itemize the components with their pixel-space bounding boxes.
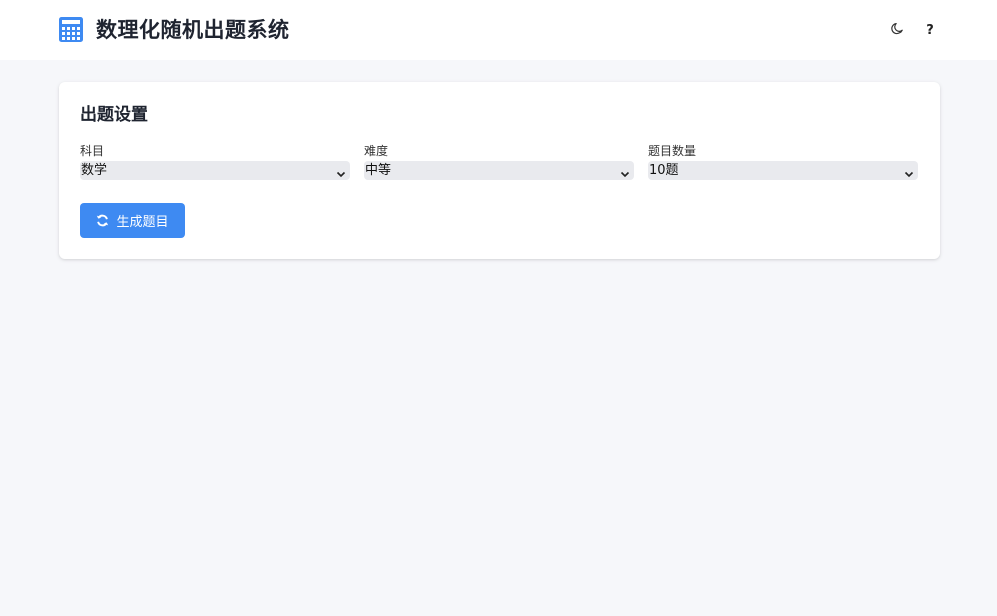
difficulty-value: 中等 xyxy=(365,163,392,178)
subject-select[interactable]: 数学 xyxy=(80,161,350,180)
theme-toggle-button[interactable] xyxy=(888,21,906,39)
count-label: 题目数量 xyxy=(648,144,697,158)
count-value: 10题 xyxy=(649,163,679,178)
chevron-down-icon xyxy=(904,166,914,178)
count-select[interactable]: 10题 xyxy=(648,161,918,180)
subject-field: 科目 数学 xyxy=(80,143,350,180)
chevron-down-icon xyxy=(336,166,346,178)
subject-value: 数学 xyxy=(81,163,108,178)
refresh-icon xyxy=(96,214,109,227)
moon-icon xyxy=(890,21,904,40)
settings-card: 出题设置 科目 数学 难度 中等 题目数量 10题 生成题目 xyxy=(59,82,940,259)
app-header: 数理化随机出题系统 ? xyxy=(0,0,997,60)
difficulty-select[interactable]: 中等 xyxy=(364,161,634,180)
difficulty-field: 难度 中等 xyxy=(364,143,634,180)
app-title: 数理化随机出题系统 xyxy=(96,18,290,42)
help-button[interactable]: ? xyxy=(921,21,939,39)
generate-label: 生成题目 xyxy=(116,215,169,230)
calculator-icon xyxy=(58,16,84,43)
count-field: 题目数量 10题 xyxy=(648,143,918,180)
difficulty-label: 难度 xyxy=(364,144,389,158)
generate-button[interactable]: 生成题目 xyxy=(80,203,185,238)
settings-title: 出题设置 xyxy=(80,105,148,125)
subject-label: 科目 xyxy=(80,144,105,158)
chevron-down-icon xyxy=(620,166,630,178)
